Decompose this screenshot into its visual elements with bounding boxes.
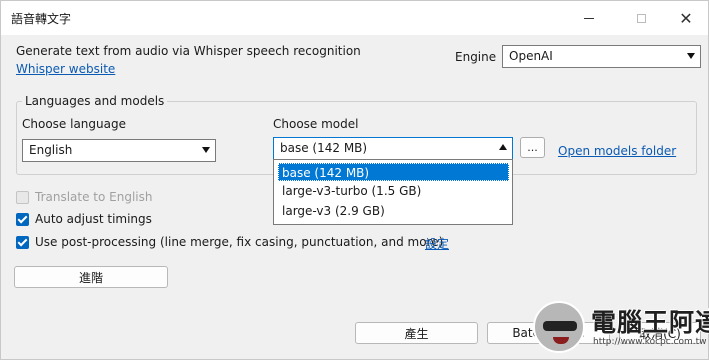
window-title: 語音轉文字 <box>11 12 72 26</box>
engine-select[interactable]: OpenAI <box>502 45 701 68</box>
choose-model-label: Choose model <box>273 117 359 131</box>
translate-checkbox[interactable] <box>16 191 29 204</box>
model-option[interactable]: large-v3-turbo (1.5 GB) <box>282 184 421 198</box>
generate-button[interactable]: 產生 <box>355 322 478 344</box>
model-option[interactable]: large-v3 (2.9 GB) <box>282 204 385 218</box>
browse-models-button[interactable]: ... <box>520 137 545 158</box>
post-processing-checkbox[interactable] <box>16 236 29 249</box>
description-text: Generate text from audio via Whisper spe… <box>16 44 361 58</box>
settings-link[interactable]: 設定 <box>425 235 449 252</box>
auto-adjust-label: Auto adjust timings <box>35 212 152 226</box>
language-value: English <box>29 143 73 157</box>
minimize-icon <box>584 17 594 19</box>
translate-label: Translate to English <box>35 190 153 204</box>
close-button[interactable]: ✕ <box>663 1 709 35</box>
chevron-down-icon <box>687 53 695 59</box>
model-select[interactable]: base (142 MB) <box>273 137 513 160</box>
model-value: base (142 MB) <box>280 141 368 155</box>
advanced-button[interactable]: 進階 <box>14 266 168 288</box>
auto-adjust-checkbox[interactable] <box>16 213 29 226</box>
close-icon: ✕ <box>679 8 693 28</box>
watermark-url: http://www.kocpc.com.tw <box>593 337 707 347</box>
minimize-button[interactable] <box>566 1 612 35</box>
chevron-down-icon <box>202 147 210 153</box>
choose-language-label: Choose language <box>22 117 126 131</box>
mascot-face-icon <box>533 301 585 353</box>
maximize-button <box>618 1 664 35</box>
model-dropdown-list: base (142 MB) large-v3-turbo (1.5 GB) la… <box>273 159 513 225</box>
maximize-icon <box>636 13 646 23</box>
language-select[interactable]: English <box>22 139 216 162</box>
whisper-website-link[interactable]: Whisper website <box>16 62 115 76</box>
dialog-window: 語音轉文字 ✕ Generate text from audio via Whi… <box>0 0 709 360</box>
open-models-folder-link[interactable]: Open models folder <box>558 144 676 158</box>
watermark-logo: 電腦王阿達 http://www.kocpc.com.tw <box>533 299 709 355</box>
model-option[interactable]: base (142 MB) <box>278 163 509 181</box>
ellipsis-icon: ... <box>527 141 538 154</box>
group-title: Languages and models <box>22 94 168 108</box>
post-processing-label: Use post-processing (line merge, fix cas… <box>35 235 444 249</box>
title-bar: 語音轉文字 ✕ <box>1 1 708 35</box>
engine-value: OpenAI <box>509 49 553 63</box>
engine-label: Engine <box>455 50 497 64</box>
chevron-up-icon <box>499 144 507 150</box>
watermark-title: 電腦王阿達 <box>591 308 709 337</box>
